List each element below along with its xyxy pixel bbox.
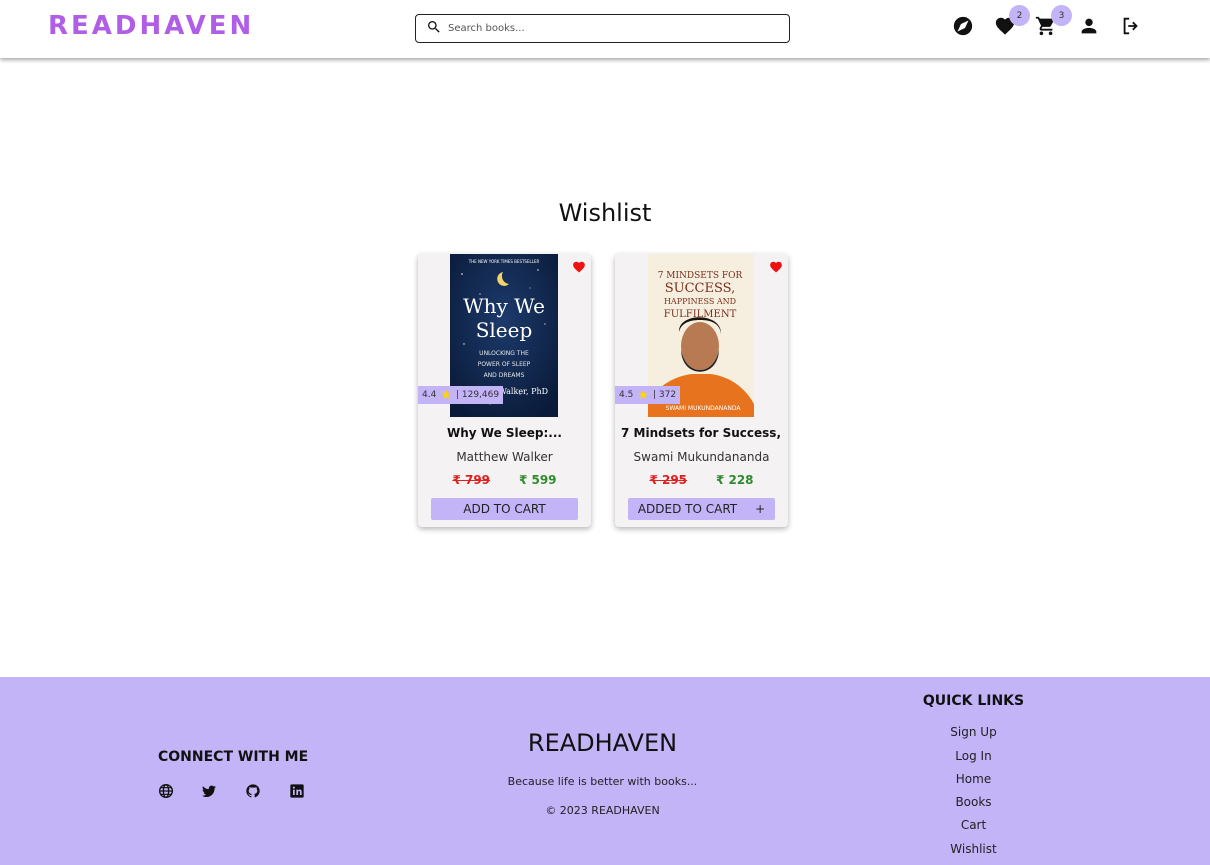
quick-link-books[interactable]: Books (900, 795, 1047, 809)
quick-link-wishlist[interactable]: Wishlist (900, 842, 1047, 856)
cover-sub3: AND DREAMS (484, 372, 525, 379)
cover-title-line1: Why We (463, 294, 545, 318)
user-icon (1078, 18, 1100, 41)
page-title: Wishlist (558, 199, 652, 227)
original-price: ₹ 799 (452, 473, 491, 487)
cover-line2: SUCCESS, (665, 281, 736, 296)
price-row: ₹ 295 ₹ 228 (615, 473, 788, 487)
footer: CONNECT WITH ME READHAVEN Because life i… (0, 677, 1210, 865)
heart-icon (994, 17, 1016, 41)
plus-icon: + (755, 502, 766, 516)
cover-title-line2: Sleep (476, 318, 533, 342)
quick-link-login[interactable]: Log In (900, 749, 1047, 763)
book-author: Matthew Walker (456, 450, 553, 464)
discounted-price: ₹ 599 (518, 473, 557, 487)
cover-author: SWAMI MUKUNDANANDA (666, 405, 742, 412)
cover-top-line: THE NEW YORK TIMES BESTSELLER (468, 259, 540, 264)
header: READHAVEN 2 3 (0, 0, 1210, 58)
review-count: | 372 (652, 390, 677, 400)
button-label: ADD TO CART (463, 502, 546, 516)
cart-count-badge: 3 (1051, 5, 1072, 26)
book-title[interactable]: Why We Sleep:... (424, 426, 585, 440)
profile-button[interactable] (1078, 15, 1100, 37)
button-label: ADDED TO CART (637, 502, 738, 516)
book-author: Swami Mukundananda (633, 450, 770, 464)
quick-link-cart[interactable]: Cart (900, 818, 1047, 832)
discounted-price: ₹ 228 (715, 473, 754, 487)
search-input[interactable] (448, 23, 768, 34)
quick-links-title: QUICK LINKS (922, 693, 1025, 709)
logo[interactable]: READHAVEN (48, 11, 254, 41)
wishlist-count-badge: 2 (1009, 5, 1030, 26)
wishlist-card[interactable]: 7 MINDSETS FOR SUCCESS, HAPPINESS AND FU… (615, 254, 788, 527)
star-icon: ★ (637, 387, 649, 403)
cover-sub2: POWER OF SLEEP (478, 361, 531, 368)
wishlist-heart-icon[interactable] (572, 259, 586, 273)
rating-value: 4.4 (422, 390, 437, 400)
logout-button[interactable] (1120, 15, 1142, 37)
added-to-cart-button[interactable]: ADDED TO CART + (628, 498, 775, 520)
star-icon: ★ (440, 387, 452, 403)
compass-icon (952, 16, 974, 41)
price-row: ₹ 799 ₹ 599 (418, 473, 591, 487)
rating-badge: 4.5 ★ | 372 (615, 386, 681, 404)
search-icon (426, 19, 442, 39)
wishlist-card[interactable]: THE NEW YORK TIMES BESTSELLER Why We Sle… (418, 254, 591, 527)
search-bar[interactable] (415, 14, 790, 43)
cover-sub1: UNLOCKING THE (479, 350, 529, 357)
quick-link-home[interactable]: Home (900, 772, 1047, 786)
rating-value: 4.5 (619, 390, 634, 400)
cart-icon (1035, 16, 1057, 41)
logout-icon (1120, 17, 1142, 41)
rating-badge: 4.4 ★ | 129,469 (418, 386, 504, 404)
book-title[interactable]: 7 Mindsets for Success,... (621, 426, 782, 440)
original-price: ₹ 295 (649, 473, 688, 487)
cover-line3: HAPPINESS AND (664, 297, 736, 306)
wishlist-heart-icon[interactable] (769, 259, 783, 273)
quick-link-signup[interactable]: Sign Up (900, 725, 1047, 739)
review-count: | 129,469 (455, 390, 500, 400)
add-to-cart-button[interactable]: ADD TO CART (431, 498, 578, 520)
explore-button[interactable] (952, 15, 974, 37)
cover-line1: 7 MINDSETS FOR (658, 271, 743, 281)
